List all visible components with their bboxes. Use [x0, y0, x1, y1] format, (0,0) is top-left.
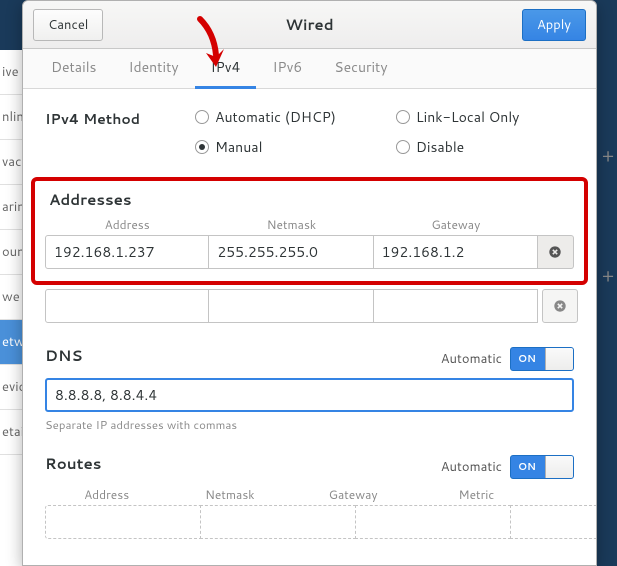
tab-security[interactable]: Security: [318, 49, 403, 89]
netmask-input[interactable]: [208, 235, 373, 269]
address-row: [45, 235, 574, 269]
dns-hint: Separate IP addresses with commas: [45, 416, 574, 433]
col-gateway: Gateway: [292, 486, 415, 503]
col-address: Address: [45, 216, 209, 233]
ipv4-method-label: IPv4 Method: [45, 107, 195, 129]
apply-button[interactable]: Apply: [522, 9, 586, 41]
netmask-input[interactable]: [208, 289, 373, 323]
radio-label: Automatic (DHCP): [215, 107, 336, 127]
tab-details[interactable]: Details: [35, 49, 113, 89]
dialog-title: Wired: [23, 14, 596, 35]
addresses-title: Addresses: [49, 189, 574, 210]
dns-title: DNS: [45, 345, 83, 366]
address-row-empty: [45, 289, 574, 323]
switch-knob: [545, 348, 573, 370]
col-netmask: Netmask: [209, 216, 373, 233]
address-input[interactable]: [45, 289, 209, 323]
col-address: Address: [45, 486, 168, 503]
remove-icon: [553, 299, 567, 313]
network-settings-dialog: Cancel Wired Apply Details Identity IPv4…: [22, 0, 597, 566]
col-gateway: Gateway: [374, 216, 538, 233]
col-metric: Metric: [415, 486, 538, 503]
switch-knob: [545, 456, 573, 478]
route-address-input[interactable]: [45, 505, 201, 539]
radio-link-local[interactable]: Link-Local Only: [396, 107, 520, 127]
address-input[interactable]: [45, 235, 209, 269]
radio-label: Manual: [215, 137, 262, 157]
cancel-button[interactable]: Cancel: [33, 9, 103, 41]
routes-title: Routes: [45, 453, 101, 474]
switch-on-label: ON: [511, 460, 536, 474]
radio-disable[interactable]: Disable: [396, 137, 520, 157]
radio-dot-icon: [195, 140, 209, 154]
route-gateway-input[interactable]: [355, 505, 511, 539]
route-metric-input[interactable]: [510, 505, 596, 539]
radio-dot-icon: [396, 110, 410, 124]
radio-dot-icon: [396, 140, 410, 154]
tab-ipv6[interactable]: IPv6: [256, 49, 318, 89]
gateway-input[interactable]: [373, 289, 538, 323]
tab-identity[interactable]: Identity: [113, 49, 195, 89]
radio-manual[interactable]: Manual: [195, 137, 336, 157]
gateway-input[interactable]: [373, 235, 538, 269]
radio-dot-icon: [195, 110, 209, 124]
radio-automatic[interactable]: Automatic (DHCP): [195, 107, 336, 127]
remove-icon: [548, 245, 562, 259]
routes-automatic-switch[interactable]: ON: [510, 455, 574, 479]
tab-ipv4[interactable]: IPv4: [195, 49, 257, 89]
dns-automatic-switch[interactable]: ON: [510, 347, 574, 371]
col-netmask: Netmask: [168, 486, 291, 503]
radio-label: Link-Local Only: [416, 107, 520, 127]
remove-address-button[interactable]: [542, 289, 578, 323]
switch-on-label: ON: [511, 352, 536, 366]
dns-automatic-label: Automatic: [441, 350, 502, 368]
addresses-section: Addresses Address Netmask Gateway: [31, 177, 588, 285]
route-netmask-input[interactable]: [200, 505, 356, 539]
tab-bar: Details Identity IPv4 IPv6 Security: [23, 49, 596, 89]
remove-address-button[interactable]: [538, 235, 574, 269]
dns-servers-input[interactable]: [45, 378, 574, 412]
route-row-empty: [45, 505, 574, 539]
routes-automatic-label: Automatic: [441, 458, 502, 476]
radio-label: Disable: [416, 137, 464, 157]
dialog-header: Cancel Wired Apply: [23, 1, 596, 49]
